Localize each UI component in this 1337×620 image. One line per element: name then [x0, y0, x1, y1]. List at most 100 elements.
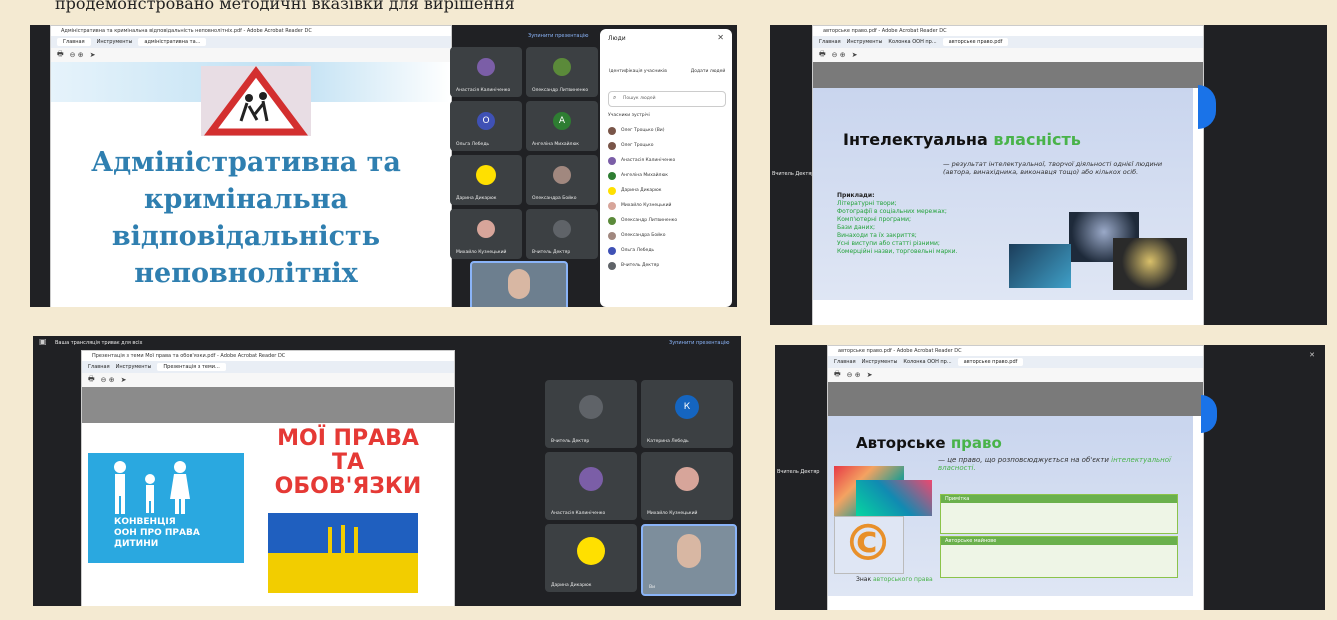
- person-name: Дарина Дикарюк: [621, 188, 662, 193]
- tab-other[interactable]: Колонка ООН пр...: [903, 359, 951, 365]
- cursor-icon[interactable]: ➤: [90, 51, 96, 59]
- list-item: Комерційні назви, торговельні марки.: [837, 248, 958, 255]
- zoom-icon[interactable]: ⊖ ⊕: [847, 371, 861, 379]
- definition-text: — результат інтелектуальної, творчої дія…: [943, 160, 1163, 176]
- participant-tile[interactable]: К Катерина Лебедь: [641, 380, 733, 448]
- tab-home[interactable]: Главная: [819, 39, 841, 45]
- window-title: Презентація з теми Мої права та обов'язк…: [82, 351, 454, 361]
- search-placeholder: Пошук людей: [623, 96, 656, 101]
- participant-tile[interactable]: Олександр Литвиненко: [526, 47, 598, 97]
- list-item: Фотографії в соціальних мережах;: [837, 208, 947, 215]
- pdf-window: Адміністративна та кримінальна відповіда…: [50, 25, 452, 307]
- tab-tools[interactable]: Инструменты: [862, 359, 898, 365]
- participant-tile[interactable]: Олександра Бойко: [526, 155, 598, 205]
- list-item[interactable]: Олег Троцько: [600, 138, 732, 153]
- participant-tile[interactable]: Вчитель Дектяр: [526, 209, 598, 259]
- list-item[interactable]: Вчитель Дектяр: [600, 258, 732, 273]
- list-item[interactable]: Олександр Литвиненко: [600, 213, 732, 228]
- list-item[interactable]: Дарина Дикарюк: [600, 183, 732, 198]
- slide-area: Інтелектуальна власність — результат інт…: [813, 88, 1193, 300]
- list-item[interactable]: Ольга Лебедь: [600, 243, 732, 258]
- tab-document[interactable]: Презентація з теми...: [157, 363, 226, 371]
- poster-line-3: ДИТИНИ: [114, 539, 159, 549]
- cursor-icon[interactable]: ➤: [867, 371, 873, 379]
- list-item[interactable]: Ангеліна Михайлюк: [600, 168, 732, 183]
- list-item[interactable]: Анастасія Калиніченко: [600, 153, 732, 168]
- poster-line-1: КОНВЕНЦІЯ: [114, 517, 176, 527]
- slide-title-line-4: неповнолітніх: [134, 258, 358, 289]
- stop-presenting-link[interactable]: Зупинити презентацію: [669, 340, 729, 346]
- print-icon[interactable]: 🖶: [819, 50, 826, 61]
- tab-other[interactable]: Колонка ООН пр...: [888, 39, 936, 45]
- poster-text: КОНВЕНЦІЯ ООН ПРО ПРАВА ДИТИНИ: [114, 517, 200, 550]
- tab-home[interactable]: Главная: [88, 364, 110, 370]
- participant-tile[interactable]: Анастасія Калиніченко: [545, 452, 637, 520]
- list-item[interactable]: Михайло Кузнецький: [600, 198, 732, 213]
- close-icon[interactable]: ✕: [1309, 351, 1315, 359]
- print-icon[interactable]: 🖶: [57, 50, 64, 61]
- tab-document[interactable]: авторське право.pdf: [942, 38, 1009, 46]
- tab-home[interactable]: Главная: [57, 38, 91, 46]
- tab-document[interactable]: адміністративна та...: [138, 38, 207, 46]
- pdf-window: авторське право.pdf - Adobe Acrobat Read…: [812, 25, 1204, 325]
- search-input[interactable]: ⌕ Пошук людей: [608, 91, 726, 107]
- participant-tile[interactable]: Михайло Кузнецький: [450, 209, 522, 259]
- self-video-tile[interactable]: [470, 261, 568, 307]
- print-icon[interactable]: 🖶: [834, 370, 841, 381]
- cursor-icon[interactable]: ➤: [852, 51, 858, 59]
- print-icon[interactable]: 🖶: [88, 375, 95, 386]
- person-name: Вчитель Дектяр: [621, 263, 660, 268]
- tab-tools[interactable]: Инструменты: [116, 364, 152, 370]
- self-video-tile[interactable]: Ви: [641, 524, 737, 596]
- close-icon[interactable]: ✕: [717, 33, 724, 42]
- sign-caption: Знак авторського права: [856, 576, 933, 583]
- pdf-window: Презентація з теми Мої права та обов'язк…: [81, 350, 455, 606]
- examples-list: Літературні твори; Фотографії в соціальн…: [837, 200, 957, 256]
- list-item[interactable]: Олександра Бойко: [600, 228, 732, 243]
- person-name: Олег Троцько: [621, 143, 654, 148]
- list-item: Літературні твори;: [837, 200, 897, 207]
- avatar: [579, 467, 603, 492]
- participant-name: Михайло Кузнецький: [456, 250, 507, 255]
- tab-home[interactable]: Главная: [834, 359, 856, 365]
- participant-tile[interactable]: Дарина Дикарюк: [450, 155, 522, 205]
- zoom-icon[interactable]: ⊖ ⊕: [70, 51, 84, 59]
- people-list: Олег Троцько (Ви) Олег Троцько Анастасія…: [600, 123, 732, 273]
- participant-tile[interactable]: А Ангеліна Михайлюк: [526, 101, 598, 151]
- tab-document[interactable]: авторське право.pdf: [957, 358, 1024, 366]
- stop-presenting-link[interactable]: Зупинити презентацію: [528, 33, 588, 39]
- participant-tile[interactable]: О Ольга Лебедь: [450, 101, 522, 151]
- avatar: [477, 220, 495, 238]
- participant-tile[interactable]: Михайло Кузнецький: [641, 452, 733, 520]
- heading-green: власність: [993, 130, 1081, 149]
- list-item[interactable]: Олег Троцько (Ви): [600, 123, 732, 138]
- zoom-icon[interactable]: ⊖ ⊕: [832, 51, 846, 59]
- participant-tile[interactable]: Анастасія Калиніченко: [450, 47, 522, 97]
- slide-title: Адміністративна та кримінальна відповіда…: [51, 144, 441, 292]
- tab-tools[interactable]: Инструменты: [847, 39, 883, 45]
- screenshot-meet-3: ▣ Ваша трансляція триває для всіх Зупини…: [33, 336, 741, 606]
- zoom-icon[interactable]: ⊖ ⊕: [101, 376, 115, 384]
- gray-header: [813, 62, 1203, 88]
- slide-area: КОНВЕНЦІЯ ООН ПРО ПРАВА ДИТИНИ МОЇ ПРАВА…: [82, 423, 454, 606]
- participant-name: Олександра Бойко: [532, 196, 577, 201]
- self-video-face: [677, 534, 701, 568]
- tab-tools[interactable]: Инструменты: [97, 39, 133, 45]
- person-name: Ольга Лебедь: [621, 248, 655, 253]
- participant-tile[interactable]: Вчитель Дектяр: [545, 380, 637, 448]
- identify-participants-button[interactable]: Ідентифікація учасників: [608, 69, 668, 74]
- host-name: Вчитель Дектяр: [772, 171, 815, 177]
- participant-tile[interactable]: Дарина Дикарюк: [545, 524, 637, 592]
- add-people-button[interactable]: Додати людей: [690, 69, 726, 74]
- list-item: Винаходи та їх закриття;: [837, 232, 917, 239]
- participant-name: Дарина Дикарюк: [551, 583, 592, 588]
- people-panel: Люди ✕ Ідентифікація учасників Додати лю…: [600, 29, 732, 307]
- idea-image: [1113, 238, 1187, 290]
- avatar: [608, 201, 616, 210]
- toolbar: 🖶 ⊖ ⊕ ➤: [82, 373, 454, 388]
- poster-line-2: ООН ПРО ПРАВА: [114, 528, 200, 538]
- person-name: Олександра Бойко: [621, 233, 666, 238]
- heading-green: право: [950, 434, 1002, 452]
- cursor-icon[interactable]: ➤: [121, 376, 127, 384]
- slide-area: Адміністративна та кримінальна відповіда…: [51, 62, 451, 307]
